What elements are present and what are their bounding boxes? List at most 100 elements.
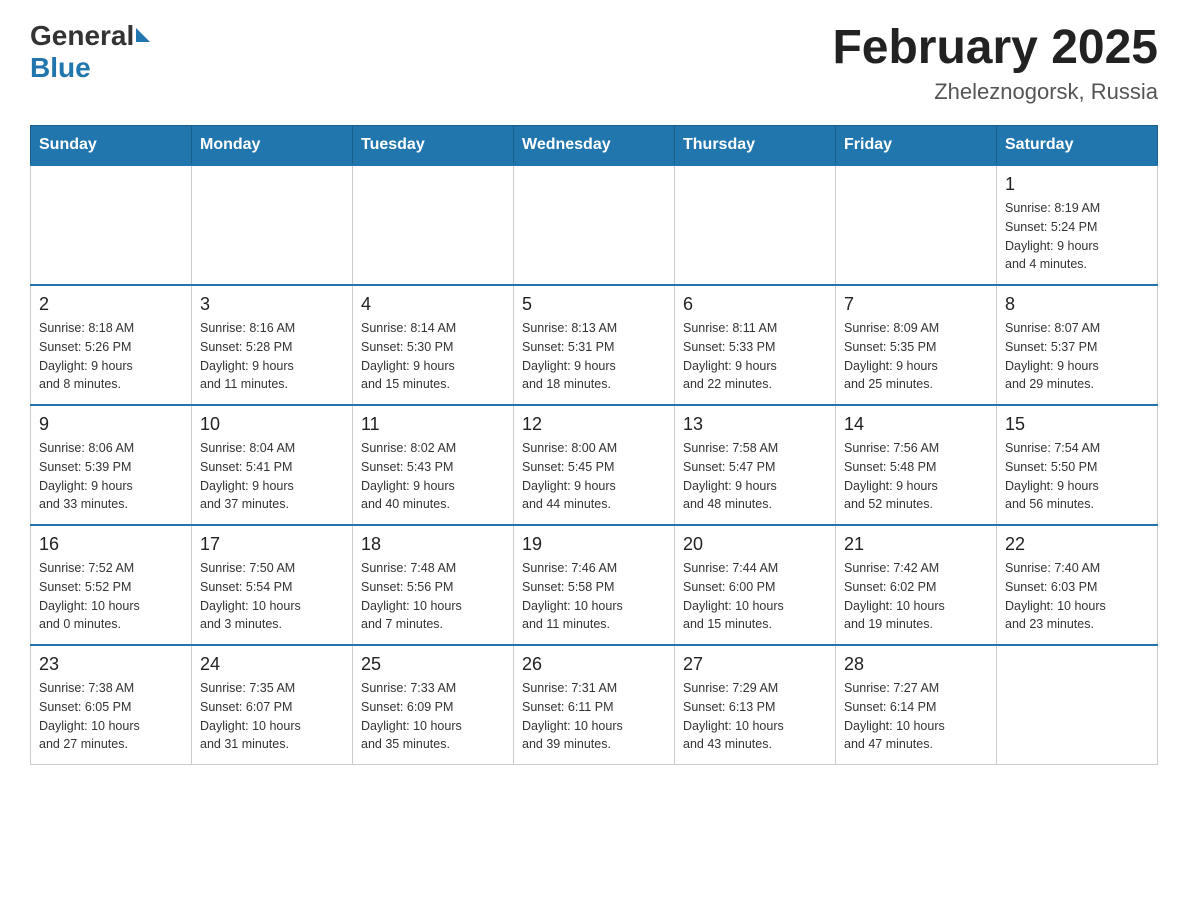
- day-info: Sunrise: 7:29 AMSunset: 6:13 PMDaylight:…: [683, 679, 827, 754]
- calendar-cell: 28Sunrise: 7:27 AMSunset: 6:14 PMDayligh…: [836, 645, 997, 765]
- page-header: General Blue February 2025 Zheleznogorsk…: [30, 20, 1158, 105]
- logo: General Blue: [30, 20, 150, 84]
- day-number: 16: [39, 534, 183, 555]
- day-number: 13: [683, 414, 827, 435]
- calendar-week-row: 23 Sunrise: 7:38 AMSunset: 6:05 PMDayligh…: [31, 645, 1158, 765]
- calendar-cell: 6 Sunrise: 8:11 AMSunset: 5:33 PMDaylight…: [675, 285, 836, 405]
- calendar-cell: 22 Sunrise: 7:40 AMSunset: 6:03 PMDayligh…: [997, 525, 1158, 645]
- day-number: 24: [200, 654, 344, 675]
- day-info: Sunrise: 8:11 AMSunset: 5:33 PMDaylight:…: [683, 319, 827, 394]
- calendar-cell: 16 Sunrise: 7:52 AMSunset: 5:52 PMDayligh…: [31, 525, 192, 645]
- day-number: 11: [361, 414, 505, 435]
- calendar-cell: 19Sunrise: 7:46 AMSunset: 5:58 PMDayligh…: [514, 525, 675, 645]
- day-number: 6: [683, 294, 827, 315]
- weekday-header-tuesday: Tuesday: [353, 126, 514, 166]
- calendar-cell: 14 Sunrise: 7:56 AMSunset: 5:48 PMDayligh…: [836, 405, 997, 525]
- month-title: February 2025: [832, 20, 1158, 75]
- day-number: 18: [361, 534, 505, 555]
- calendar-header: SundayMondayTuesdayWednesdayThursdayFrid…: [31, 126, 1158, 166]
- day-number: 8: [1005, 294, 1149, 315]
- calendar-week-row: 2Sunrise: 8:18 AMSunset: 5:26 PMDaylight…: [31, 285, 1158, 405]
- location-title: Zheleznogorsk, Russia: [832, 79, 1158, 105]
- day-info: Sunrise: 7:31 AMSunset: 6:11 PMDaylight:…: [522, 679, 666, 754]
- day-info: Sunrise: 7:38 AMSunset: 6:05 PMDaylight:…: [39, 679, 183, 754]
- calendar-cell: [31, 165, 192, 285]
- day-number: 15: [1005, 414, 1149, 435]
- day-info: Sunrise: 7:40 AMSunset: 6:03 PMDaylight:…: [1005, 559, 1149, 634]
- weekday-header-saturday: Saturday: [997, 126, 1158, 166]
- day-info: Sunrise: 7:42 AMSunset: 6:02 PMDaylight:…: [844, 559, 988, 634]
- day-info: Sunrise: 8:06 AMSunset: 5:39 PMDaylight:…: [39, 439, 183, 514]
- day-info: Sunrise: 7:56 AMSunset: 5:48 PMDaylight:…: [844, 439, 988, 514]
- day-number: 9: [39, 414, 183, 435]
- calendar-cell: 11 Sunrise: 8:02 AMSunset: 5:43 PMDayligh…: [353, 405, 514, 525]
- calendar-cell: 9 Sunrise: 8:06 AMSunset: 5:39 PMDaylight…: [31, 405, 192, 525]
- calendar-cell: 24 Sunrise: 7:35 AMSunset: 6:07 PMDayligh…: [192, 645, 353, 765]
- day-number: 14: [844, 414, 988, 435]
- calendar-cell: [997, 645, 1158, 765]
- weekday-header-sunday: Sunday: [31, 126, 192, 166]
- calendar-cell: [836, 165, 997, 285]
- day-info: Sunrise: 7:54 AMSunset: 5:50 PMDaylight:…: [1005, 439, 1149, 514]
- weekday-header-thursday: Thursday: [675, 126, 836, 166]
- day-number: 19: [522, 534, 666, 555]
- calendar-week-row: 16 Sunrise: 7:52 AMSunset: 5:52 PMDayligh…: [31, 525, 1158, 645]
- day-info: Sunrise: 8:02 AMSunset: 5:43 PMDaylight:…: [361, 439, 505, 514]
- calendar-cell: 26 Sunrise: 7:31 AMSunset: 6:11 PMDayligh…: [514, 645, 675, 765]
- day-info: Sunrise: 8:04 AMSunset: 5:41 PMDaylight:…: [200, 439, 344, 514]
- day-number: 27: [683, 654, 827, 675]
- weekday-header-row: SundayMondayTuesdayWednesdayThursdayFrid…: [31, 126, 1158, 166]
- day-number: 12: [522, 414, 666, 435]
- calendar-cell: 18Sunrise: 7:48 AMSunset: 5:56 PMDayligh…: [353, 525, 514, 645]
- day-info: Sunrise: 7:52 AMSunset: 5:52 PMDaylight:…: [39, 559, 183, 634]
- logo-blue-text: Blue: [30, 52, 91, 83]
- day-info: Sunrise: 8:19 AMSunset: 5:24 PMDaylight:…: [1005, 199, 1149, 274]
- calendar-cell: 12 Sunrise: 8:00 AMSunset: 5:45 PMDayligh…: [514, 405, 675, 525]
- day-info: Sunrise: 7:33 AMSunset: 6:09 PMDaylight:…: [361, 679, 505, 754]
- day-info: Sunrise: 8:09 AMSunset: 5:35 PMDaylight:…: [844, 319, 988, 394]
- day-number: 20: [683, 534, 827, 555]
- day-number: 5: [522, 294, 666, 315]
- day-info: Sunrise: 7:50 AMSunset: 5:54 PMDaylight:…: [200, 559, 344, 634]
- calendar-cell: 15 Sunrise: 7:54 AMSunset: 5:50 PMDayligh…: [997, 405, 1158, 525]
- calendar-cell: 4 Sunrise: 8:14 AMSunset: 5:30 PMDaylight…: [353, 285, 514, 405]
- day-number: 23: [39, 654, 183, 675]
- calendar-cell: 20Sunrise: 7:44 AMSunset: 6:00 PMDayligh…: [675, 525, 836, 645]
- title-area: February 2025 Zheleznogorsk, Russia: [832, 20, 1158, 105]
- day-number: 2: [39, 294, 183, 315]
- calendar-body: 1Sunrise: 8:19 AMSunset: 5:24 PMDaylight…: [31, 165, 1158, 765]
- calendar-cell: 8Sunrise: 8:07 AMSunset: 5:37 PMDaylight…: [997, 285, 1158, 405]
- calendar-week-row: 1Sunrise: 8:19 AMSunset: 5:24 PMDaylight…: [31, 165, 1158, 285]
- calendar-week-row: 9 Sunrise: 8:06 AMSunset: 5:39 PMDaylight…: [31, 405, 1158, 525]
- day-number: 3: [200, 294, 344, 315]
- calendar-cell: [353, 165, 514, 285]
- calendar-cell: 2Sunrise: 8:18 AMSunset: 5:26 PMDaylight…: [31, 285, 192, 405]
- day-info: Sunrise: 7:35 AMSunset: 6:07 PMDaylight:…: [200, 679, 344, 754]
- calendar-cell: 7Sunrise: 8:09 AMSunset: 5:35 PMDaylight…: [836, 285, 997, 405]
- calendar-cell: 17Sunrise: 7:50 AMSunset: 5:54 PMDayligh…: [192, 525, 353, 645]
- day-number: 22: [1005, 534, 1149, 555]
- calendar-cell: 27 Sunrise: 7:29 AMSunset: 6:13 PMDayligh…: [675, 645, 836, 765]
- calendar-cell: 10 Sunrise: 8:04 AMSunset: 5:41 PMDayligh…: [192, 405, 353, 525]
- calendar-cell: [192, 165, 353, 285]
- day-number: 28: [844, 654, 988, 675]
- calendar-cell: 1Sunrise: 8:19 AMSunset: 5:24 PMDaylight…: [997, 165, 1158, 285]
- calendar-cell: 13Sunrise: 7:58 AMSunset: 5:47 PMDayligh…: [675, 405, 836, 525]
- calendar-table: SundayMondayTuesdayWednesdayThursdayFrid…: [30, 125, 1158, 765]
- day-info: Sunrise: 8:14 AMSunset: 5:30 PMDaylight:…: [361, 319, 505, 394]
- logo-triangle-icon: [136, 28, 150, 42]
- day-info: Sunrise: 8:00 AMSunset: 5:45 PMDaylight:…: [522, 439, 666, 514]
- day-number: 26: [522, 654, 666, 675]
- day-info: Sunrise: 8:16 AMSunset: 5:28 PMDaylight:…: [200, 319, 344, 394]
- calendar-cell: 23 Sunrise: 7:38 AMSunset: 6:05 PMDayligh…: [31, 645, 192, 765]
- day-number: 4: [361, 294, 505, 315]
- calendar-cell: [514, 165, 675, 285]
- weekday-header-friday: Friday: [836, 126, 997, 166]
- logo-general-text: General: [30, 20, 134, 52]
- day-number: 25: [361, 654, 505, 675]
- day-number: 21: [844, 534, 988, 555]
- weekday-header-monday: Monday: [192, 126, 353, 166]
- day-number: 10: [200, 414, 344, 435]
- calendar-cell: 25 Sunrise: 7:33 AMSunset: 6:09 PMDayligh…: [353, 645, 514, 765]
- weekday-header-wednesday: Wednesday: [514, 126, 675, 166]
